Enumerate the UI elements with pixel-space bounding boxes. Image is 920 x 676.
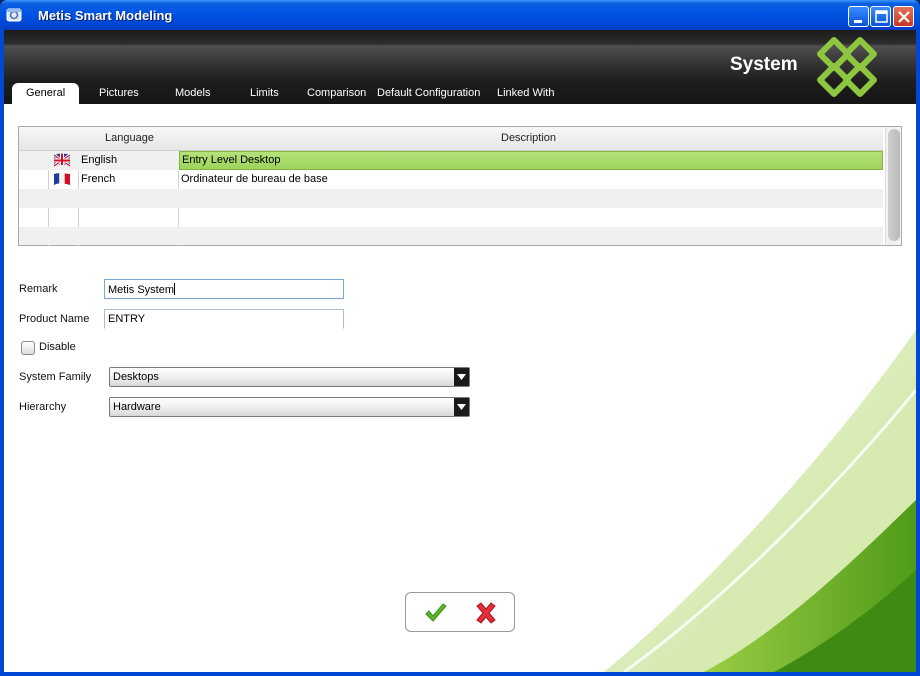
green-checkmark-icon[interactable] — [424, 602, 448, 624]
table-header: Language Description — [19, 127, 883, 151]
language-cell: English — [81, 154, 118, 166]
language-cell: French — [81, 173, 116, 185]
table-row[interactable] — [19, 208, 883, 227]
dropdown-button[interactable] — [454, 398, 469, 416]
remark-input-value: Metis System — [108, 284, 175, 296]
header-banner: System General Pictures Models Limits Co… — [4, 30, 916, 104]
minimize-icon — [854, 20, 862, 23]
window-title: Metis Smart Modeling — [38, 8, 173, 23]
hierarchy-value: Hardware — [113, 401, 161, 413]
table-body: English Entry Level Desktop French Ordin… — [19, 151, 883, 245]
maximize-icon — [875, 10, 888, 23]
minimize-button[interactable] — [848, 6, 869, 27]
hierarchy-select[interactable]: Hardware — [109, 397, 470, 417]
app-icon — [6, 8, 22, 22]
tab-general[interactable]: General — [12, 83, 80, 104]
column-header-language[interactable]: Language — [105, 132, 154, 144]
chevron-down-icon — [457, 404, 466, 410]
product-name-input[interactable]: ENTRY — [104, 309, 344, 329]
disable-label[interactable]: Disable — [39, 341, 76, 353]
scrollbar-thumb[interactable] — [888, 129, 900, 241]
close-button[interactable] — [893, 6, 914, 27]
description-cell[interactable]: Entry Level Desktop — [179, 151, 883, 170]
maximize-button[interactable] — [870, 6, 891, 27]
tab-linked-with[interactable]: Linked With — [497, 87, 554, 99]
tab-comparison[interactable]: Comparison — [307, 87, 366, 99]
close-icon — [898, 11, 910, 23]
system-family-value: Desktops — [113, 371, 159, 383]
product-name-label: Product Name — [19, 313, 90, 325]
uk-flag-icon — [53, 153, 71, 168]
product-name-input-value: ENTRY — [108, 313, 146, 325]
disable-checkbox[interactable] — [21, 341, 35, 355]
vertical-scrollbar[interactable] — [885, 127, 901, 245]
tab-limits[interactable]: Limits — [250, 87, 279, 99]
system-family-label: System Family — [19, 371, 92, 383]
section-title: System — [730, 54, 798, 75]
table-row[interactable]: French Ordinateur de bureau de base — [19, 170, 883, 189]
hierarchy-label: Hierarchy — [19, 401, 67, 413]
table-row[interactable] — [19, 227, 883, 245]
flag-cell — [49, 151, 79, 170]
table-row[interactable]: English Entry Level Desktop — [19, 151, 883, 170]
window-client-area: System General Pictures Models Limits Co… — [4, 30, 916, 672]
tab-models[interactable]: Models — [175, 87, 210, 99]
dropdown-button[interactable] — [454, 368, 469, 386]
chevron-down-icon — [457, 374, 466, 380]
tab-strip: General Pictures Models Limits Compariso… — [12, 83, 612, 104]
column-header-description[interactable]: Description — [501, 132, 556, 144]
remark-label: Remark — [19, 283, 58, 295]
metis-logo-icon — [817, 37, 877, 97]
flag-cell — [49, 170, 79, 189]
languages-table[interactable]: Language Description English Entry Level — [18, 126, 902, 246]
action-button-group — [405, 592, 515, 632]
red-x-icon[interactable] — [474, 602, 498, 624]
tab-pictures[interactable]: Pictures — [99, 87, 139, 99]
remark-input[interactable]: Metis System — [104, 279, 344, 299]
system-family-select[interactable]: Desktops — [109, 367, 470, 387]
text-caret — [174, 283, 176, 295]
france-flag-icon — [54, 173, 70, 185]
description-cell[interactable]: Ordinateur de bureau de base — [179, 170, 883, 189]
title-bar[interactable]: Metis Smart Modeling — [0, 0, 920, 30]
table-row[interactable] — [19, 189, 883, 208]
tab-default-configuration[interactable]: Default Configuration — [377, 87, 480, 99]
